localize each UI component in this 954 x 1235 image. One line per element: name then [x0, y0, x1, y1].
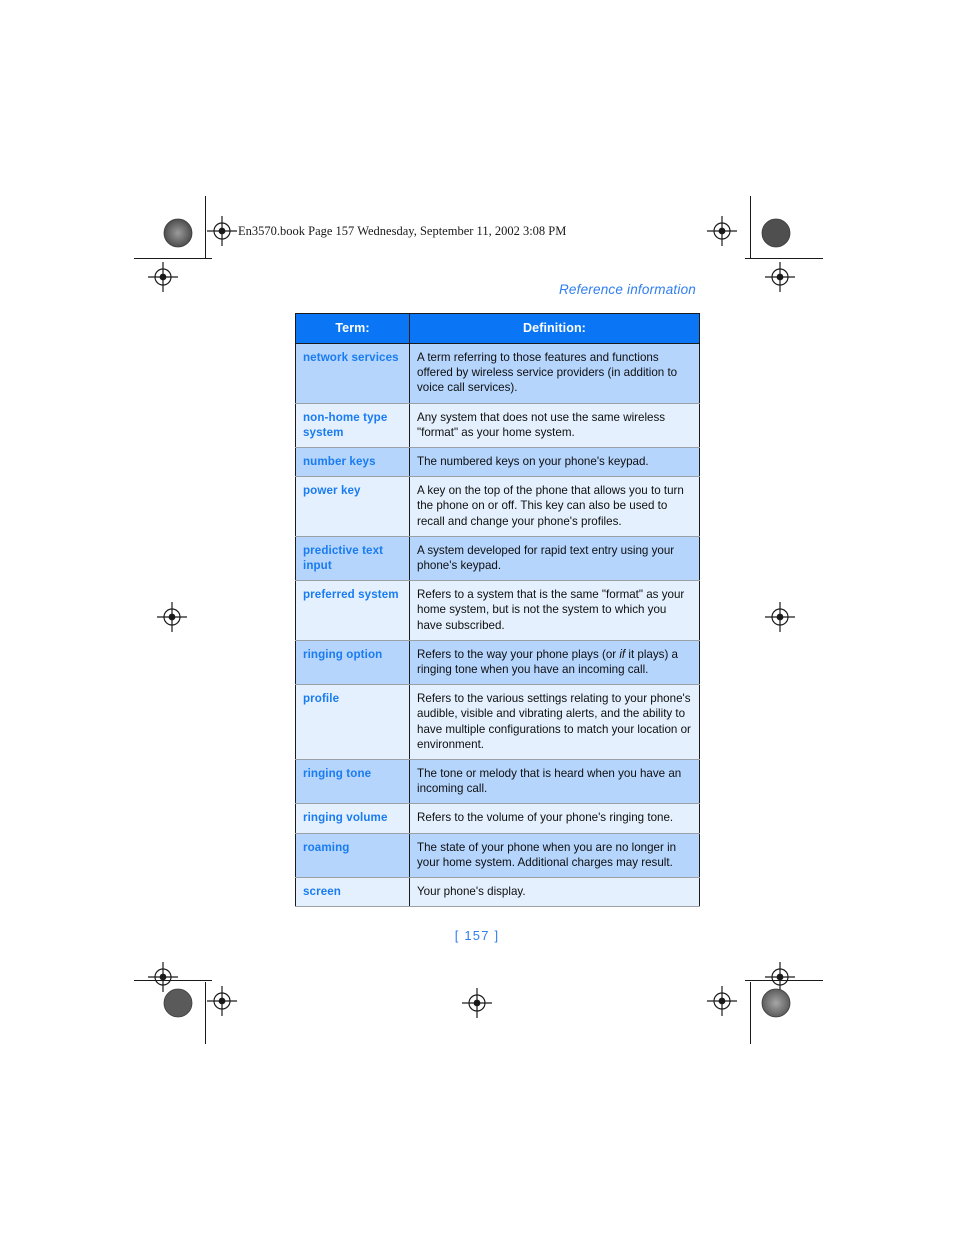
glossary-term: ringing option — [295, 639, 410, 686]
prepress-file-stamp: En3570.book Page 157 Wednesday, Septembe… — [238, 224, 567, 238]
glossary-definition: Refers to the volume of your phone's rin… — [409, 803, 700, 834]
glossary-term: number keys — [295, 447, 410, 478]
column-header-definition: Definition: — [409, 313, 700, 344]
glossary-term: preferred system — [295, 580, 410, 641]
glossary-definition: A term referring to those features and f… — [409, 343, 700, 404]
glossary-table-body: network services A term referring to thos… — [295, 343, 700, 908]
glossary-term: profile — [295, 684, 410, 761]
glossary-row: ringing volume Refers to the volume of yo… — [295, 803, 700, 834]
glossary-row: power key A key on the top of the phone t… — [295, 476, 700, 537]
running-head: Reference information — [558, 282, 696, 297]
glossary-term: power key — [295, 476, 410, 537]
glossary-row: ringing tone The tone or melody that is h… — [295, 759, 700, 805]
glossary-row: non-home type system Any system that does… — [295, 402, 700, 449]
glossary-definition: The tone or melody that is heard when yo… — [409, 759, 700, 805]
glossary-row: number keys The numbered keys on your pho… — [295, 447, 700, 478]
glossary-term: screen — [295, 877, 410, 908]
glossary-header-row: Term: Definition: — [295, 313, 700, 344]
glossary-row: profile Refers to the various settings re… — [295, 684, 700, 761]
glossary-definition: The numbered keys on your phone's keypad… — [409, 447, 700, 478]
glossary-row: screen Your phone's display. — [295, 877, 700, 908]
glossary-definition: A system developed for rapid text entry … — [409, 535, 700, 582]
glossary-definition: A key on the top of the phone that allow… — [409, 476, 700, 537]
glossary-term: predictive text input — [295, 535, 410, 582]
glossary-row: predictive text input A system developed … — [295, 535, 700, 582]
glossary-definition: Refers to the way your phone plays (or i… — [409, 639, 700, 686]
glossary-term: non-home type system — [295, 402, 410, 449]
glossary-definition: The state of your phone when you are no … — [409, 832, 700, 879]
column-header-term: Term: — [295, 313, 410, 344]
glossary-definition: Your phone's display. — [409, 877, 700, 908]
glossary-term: roaming — [295, 832, 410, 879]
page-number: [ 157 ] — [454, 928, 500, 943]
glossary-term: ringing volume — [295, 803, 410, 834]
glossary-definition: Refers to a system that is the same "for… — [409, 580, 700, 641]
glossary-term: network services — [295, 343, 410, 404]
glossary-table-container: Term: Definition: network services A term… — [295, 313, 700, 908]
glossary-row: roaming The state of your phone when you … — [295, 832, 700, 879]
manual-page: En3570.book Page 157 Wednesday, Septembe… — [0, 0, 954, 1235]
glossary-table-head: Term: Definition: — [295, 313, 700, 344]
glossary-table: Term: Definition: network services A term… — [295, 313, 700, 908]
emphasised-word: if — [619, 647, 626, 661]
glossary-row: preferred system Refers to a system that … — [295, 580, 700, 641]
glossary-definition: Any system that does not use the same wi… — [409, 402, 700, 449]
glossary-term: ringing tone — [295, 759, 410, 805]
glossary-definition: Refers to the various settings relating … — [409, 684, 700, 761]
glossary-row: network services A term referring to thos… — [295, 343, 700, 404]
glossary-row: ringing option Refers to the way your pho… — [295, 639, 700, 686]
